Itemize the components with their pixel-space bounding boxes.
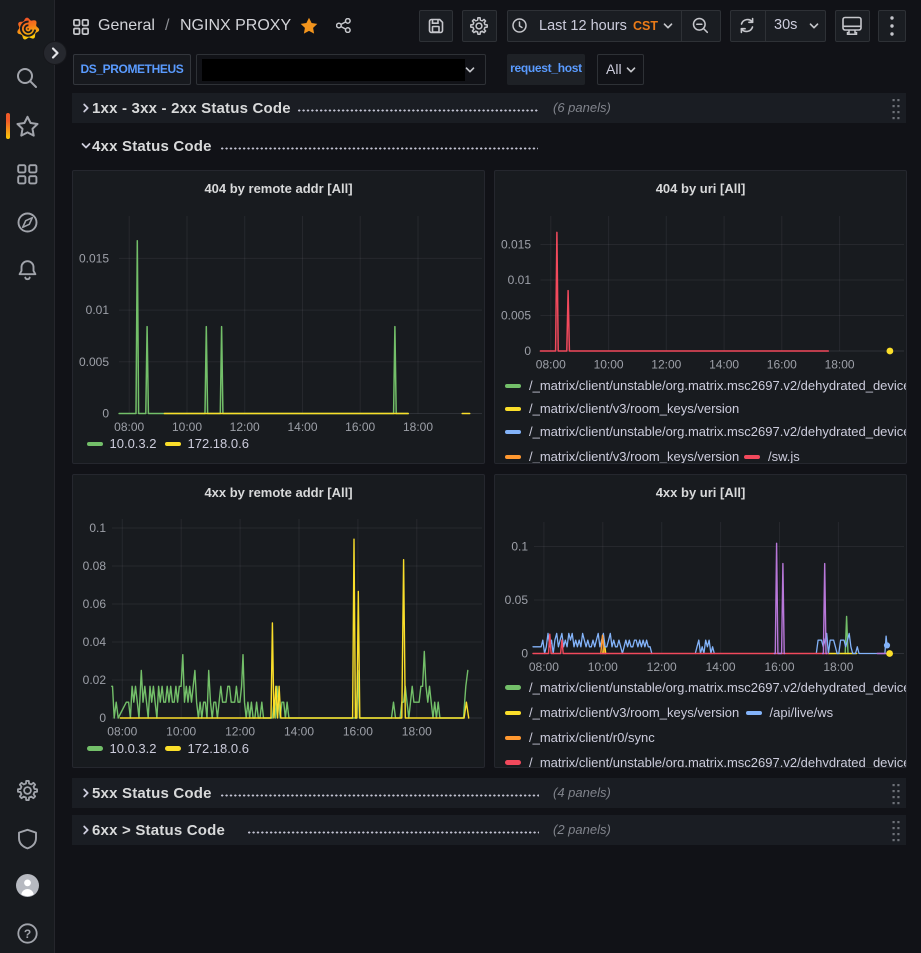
svg-text:12:00: 12:00 (651, 358, 681, 372)
svg-text:0: 0 (521, 647, 528, 661)
svg-text:08:00: 08:00 (114, 420, 144, 434)
svg-text:08:00: 08:00 (536, 358, 566, 372)
svg-text:10:00: 10:00 (588, 660, 618, 674)
svg-text:16:00: 16:00 (343, 725, 373, 739)
svg-text:0.015: 0.015 (501, 238, 531, 252)
svg-text:0.015: 0.015 (79, 251, 109, 265)
svg-text:18:00: 18:00 (403, 420, 433, 434)
svg-text:0.08: 0.08 (83, 559, 107, 573)
svg-text:14:00: 14:00 (284, 725, 314, 739)
svg-text:14:00: 14:00 (706, 660, 736, 674)
svg-text:16:00: 16:00 (345, 420, 375, 434)
svg-text:12:00: 12:00 (225, 725, 255, 739)
svg-text:16:00: 16:00 (764, 660, 794, 674)
svg-text:10:00: 10:00 (166, 725, 196, 739)
svg-text:0.1: 0.1 (89, 521, 106, 535)
svg-text:0: 0 (102, 407, 109, 421)
svg-text:18:00: 18:00 (825, 358, 855, 372)
svg-text:0.02: 0.02 (83, 673, 107, 687)
svg-text:0.01: 0.01 (508, 273, 532, 287)
svg-text:?: ? (24, 927, 31, 941)
svg-text:08:00: 08:00 (529, 660, 559, 674)
svg-text:0.005: 0.005 (501, 309, 531, 323)
svg-text:14:00: 14:00 (709, 358, 739, 372)
svg-text:0.005: 0.005 (79, 355, 109, 369)
svg-text:08:00: 08:00 (107, 725, 137, 739)
svg-text:10:00: 10:00 (594, 358, 624, 372)
svg-text:12:00: 12:00 (230, 420, 260, 434)
svg-text:14:00: 14:00 (287, 420, 317, 434)
svg-text:16:00: 16:00 (767, 358, 797, 372)
svg-text:0.06: 0.06 (83, 597, 107, 611)
svg-text:18:00: 18:00 (402, 725, 432, 739)
svg-text:0: 0 (524, 344, 531, 358)
svg-text:0.05: 0.05 (505, 593, 529, 607)
svg-text:12:00: 12:00 (647, 660, 677, 674)
svg-text:0: 0 (99, 711, 106, 725)
svg-text:0.01: 0.01 (86, 303, 110, 317)
svg-text:0.04: 0.04 (83, 635, 107, 649)
svg-text:18:00: 18:00 (823, 660, 853, 674)
svg-text:10:00: 10:00 (172, 420, 202, 434)
svg-text:0.1: 0.1 (511, 540, 528, 554)
